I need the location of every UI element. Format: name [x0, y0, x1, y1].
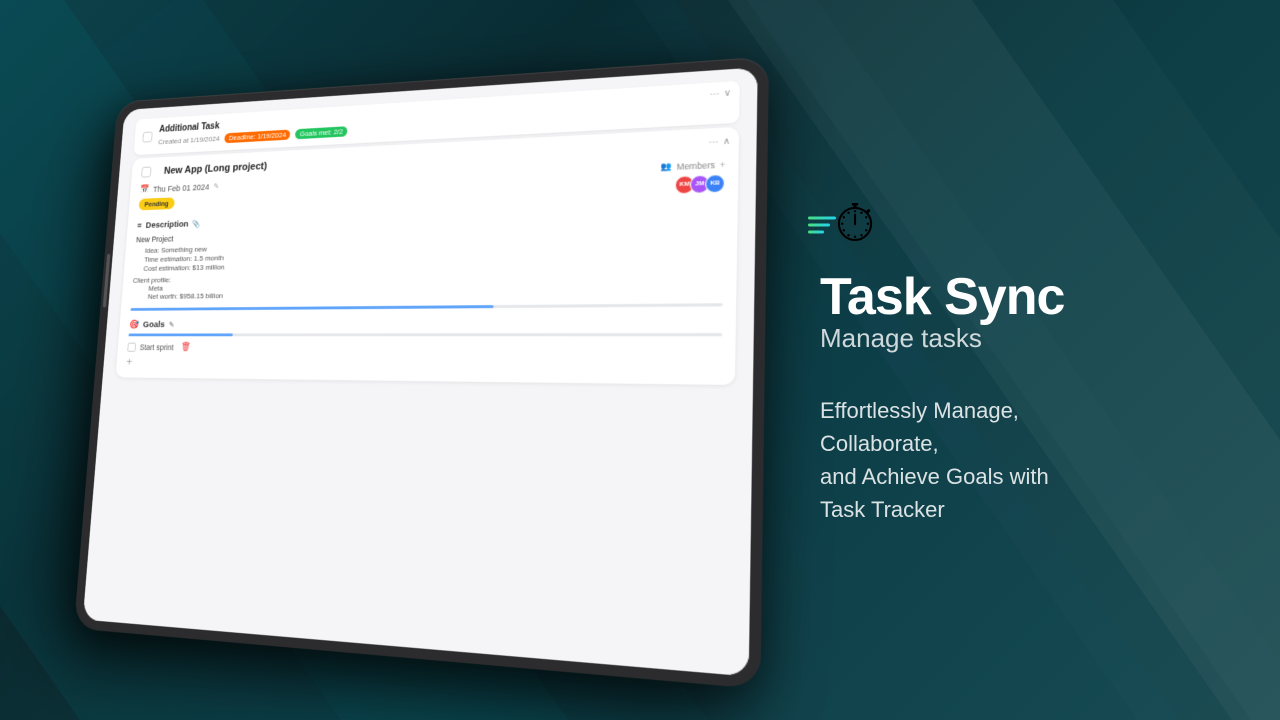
goals-progress-fill	[128, 333, 232, 336]
goal-sprint-item: Start sprint 🗑	[127, 342, 722, 355]
goals-header: 🎯 Goals ✎	[129, 317, 723, 330]
app-subtitle: Manage tasks	[820, 323, 1200, 354]
logo-line-2	[808, 223, 830, 226]
tagline-line4: Task Tracker	[820, 497, 945, 522]
progress-bar-bg	[130, 303, 722, 311]
edit-icon[interactable]: ✎	[213, 182, 219, 190]
goal-sprint-checkbox[interactable]	[127, 342, 136, 351]
top-controls: ··· ∨	[709, 87, 731, 99]
goals-met-badge: Goals met: 2/2	[295, 126, 347, 139]
screen: Additional Task Created at 1/19/2024 Dea…	[83, 67, 758, 676]
tagline: Effortlessly Manage, Collaborate, and Ac…	[820, 394, 1200, 526]
logo-area: ⏱	[820, 195, 1200, 255]
card-title: New App (Long project)	[164, 161, 268, 177]
tablet: Additional Task Created at 1/19/2024 Dea…	[74, 56, 769, 689]
right-panel: ⏱ Task Sync Manage tasks Effortlessly Ma…	[760, 0, 1280, 720]
members-label: 👥 Members +	[661, 158, 725, 172]
goals-section: 🎯 Goals ✎ Start sprint 🗑	[126, 317, 723, 374]
app-title: Task Sync	[820, 271, 1200, 323]
tablet-screen: Additional Task Created at 1/19/2024 Dea…	[83, 67, 758, 676]
logo-line-3	[808, 230, 824, 233]
task-checkbox-main[interactable]	[141, 167, 151, 178]
card-left: 📅 Thu Feb 01 2024 ✎ Pending	[138, 181, 219, 210]
add-member-icon[interactable]: +	[719, 159, 725, 170]
progress-bar-container	[130, 303, 722, 311]
calendar-icon: 📅	[140, 184, 150, 194]
members-icon: 👥	[661, 161, 673, 173]
members-avatars: KM JM KB	[660, 174, 725, 195]
card-more-icon[interactable]: ···	[708, 136, 718, 148]
card-collapse-icon[interactable]: ∧	[723, 136, 730, 148]
logo-line-1	[808, 216, 836, 219]
goal-sprint-label: Start sprint	[139, 342, 174, 351]
avatar-kb: KB	[705, 174, 725, 193]
task-top-created: Created at 1/19/2024	[158, 135, 220, 146]
logo-lines	[808, 216, 836, 233]
card-top-controls: ··· ∧	[708, 136, 730, 148]
date-row: 📅 Thu Feb 01 2024 ✎	[140, 181, 220, 194]
task-date: Thu Feb 01 2024	[153, 182, 210, 193]
goals-icon: 🎯	[129, 320, 139, 330]
status-badge: Pending	[138, 197, 174, 210]
client-section: Client profile: Meta Net worth: $958.15 …	[131, 266, 723, 301]
add-goal-button[interactable]: +	[126, 355, 722, 374]
members-section: 👥 Members + KM JM KB	[660, 158, 725, 195]
description-edit-icon[interactable]: 📎	[192, 220, 201, 228]
more-icon[interactable]: ···	[709, 88, 719, 100]
list-icon: ≡	[137, 221, 142, 231]
progress-bar-fill	[130, 305, 493, 311]
description-section: ≡ Description 📎 New Project Idea: Someth…	[131, 201, 724, 301]
task-card-main: ··· ∧ New App (Long project)	[115, 127, 739, 385]
app-logo: ⏱	[820, 195, 890, 255]
stopwatch-icon: ⏱	[835, 194, 876, 255]
tablet-wrapper: Additional Task Created at 1/19/2024 Dea…	[30, 50, 790, 690]
tagline-line2: Collaborate,	[820, 431, 939, 456]
tagline-line1: Effortlessly Manage,	[820, 398, 1019, 423]
task-checkbox-top[interactable]	[142, 131, 152, 142]
goals-edit-icon[interactable]: ✎	[168, 321, 174, 329]
delete-icon[interactable]: 🗑	[181, 342, 191, 352]
collapse-icon[interactable]: ∨	[724, 87, 731, 99]
goals-progress-bar	[128, 333, 722, 336]
tagline-line3: and Achieve Goals with	[820, 464, 1049, 489]
deadline-badge: Deadline: 1/19/2024	[224, 130, 290, 144]
